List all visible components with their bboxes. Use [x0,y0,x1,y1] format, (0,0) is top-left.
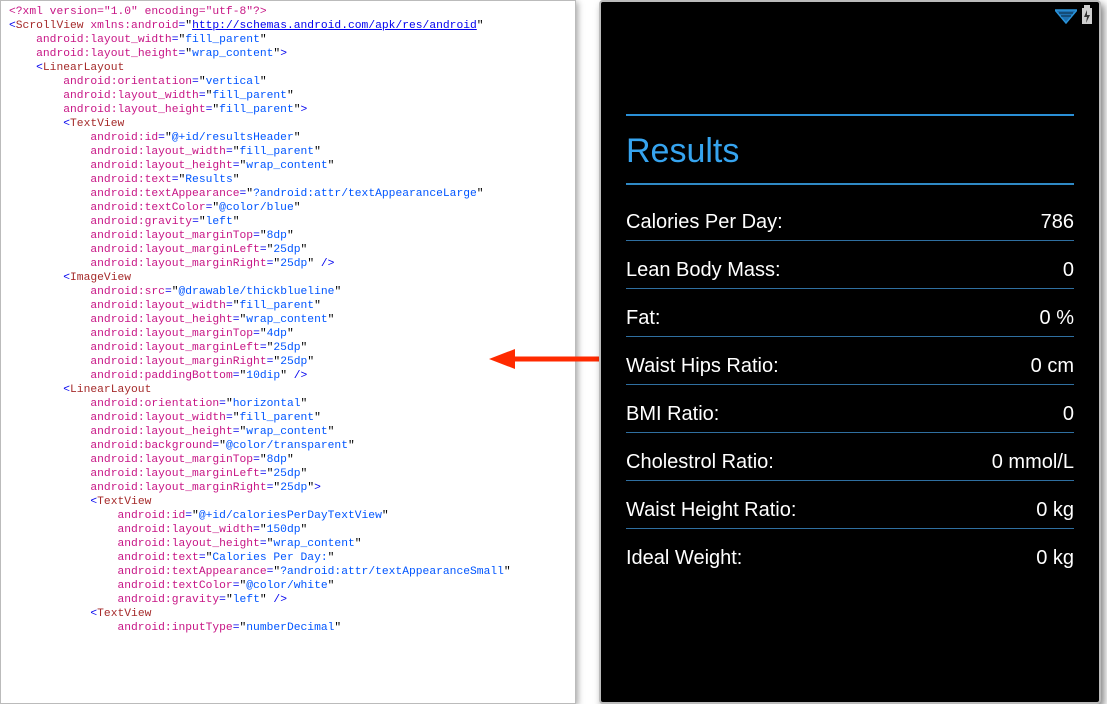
metric-row: Lean Body Mass: 0 [626,241,1074,288]
metric-value: 0 [1063,403,1074,426]
metric-row: Waist Hips Ratio: 0 cm [626,337,1074,384]
metrics-list: Calories Per Day: 786 Lean Body Mass: 0 Fat:… [626,193,1074,576]
metric-row: Cholestrol Ratio: 0 mmol/L [626,433,1074,480]
status-bar [601,2,1099,28]
phone-frame: Results Calories Per Day: 786 Lean Body Ma… [599,0,1101,704]
metric-row: BMI Ratio: 0 [626,385,1074,432]
results-header: Results [626,132,1074,171]
metric-row: Waist Height Ratio: 0 kg [626,481,1074,528]
metric-value: 0 kg [1036,499,1074,522]
metric-row: Calories Per Day: 786 [626,193,1074,240]
metric-value: 0 cm [1031,355,1074,378]
metric-label: Waist Hips Ratio: [626,355,779,378]
metric-label: Lean Body Mass: [626,259,781,282]
metric-value: 786 [1041,211,1074,234]
xml-code-panel: <?xml version="1.0" encoding="utf-8"?> <… [0,0,576,704]
metric-row: Ideal Weight: 0 kg [626,529,1074,576]
battery-charging-icon [1081,5,1093,25]
metric-value: 0 [1063,259,1074,282]
top-divider [626,114,1074,116]
metric-value: 0 kg [1036,547,1074,570]
metric-value: 0 mmol/L [992,451,1074,474]
xml-code[interactable]: <?xml version="1.0" encoding="utf-8"?> <… [9,5,567,635]
metric-label: Waist Height Ratio: [626,499,796,522]
metric-label: Fat: [626,307,660,330]
metric-value: 0 % [1040,307,1074,330]
metric-label: Ideal Weight: [626,547,742,570]
metric-label: Cholestrol Ratio: [626,451,774,474]
metric-label: BMI Ratio: [626,403,719,426]
metric-row: Fat: 0 % [626,289,1074,336]
header-separator [626,183,1074,185]
metric-label: Calories Per Day: [626,211,783,234]
wifi-icon [1055,6,1077,24]
